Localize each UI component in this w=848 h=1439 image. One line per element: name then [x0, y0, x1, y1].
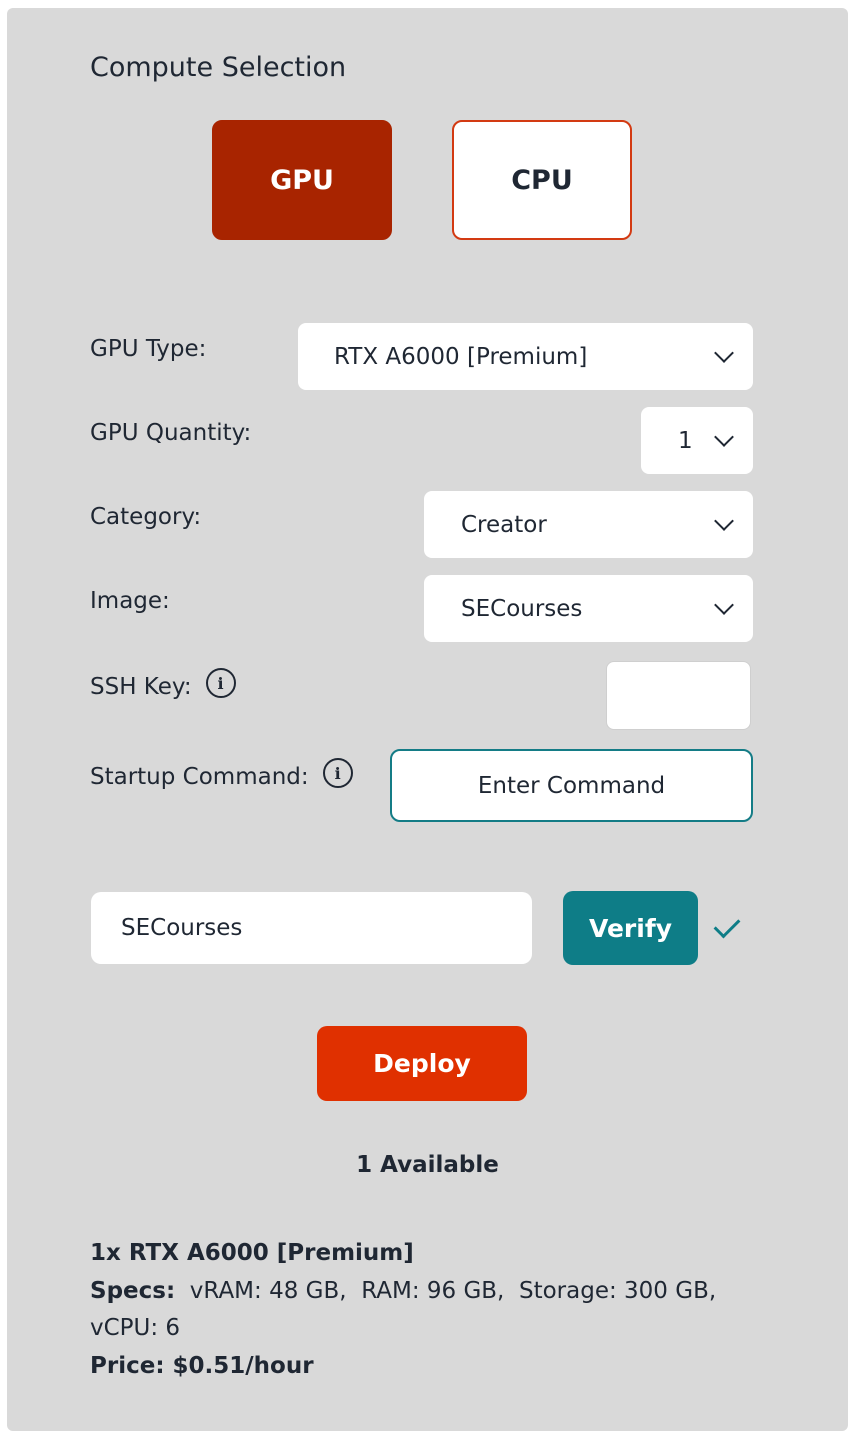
price-text: Price: $0.51/hour: [90, 1352, 314, 1379]
token-input[interactable]: SECourses: [91, 892, 532, 964]
availability-text: 1 Available: [356, 1152, 499, 1178]
ssh-key-field[interactable]: [606, 661, 751, 730]
startup-command-label-group: Startup Command: i: [90, 758, 353, 792]
ssh-key-label: SSH Key:: [90, 674, 192, 700]
deploy-button[interactable]: Deploy: [317, 1026, 527, 1101]
chevron-down-icon: [714, 342, 734, 363]
gpu-quantity-label: GPU Quantity:: [90, 420, 252, 446]
specs-label: Specs:: [90, 1277, 176, 1304]
gpu-type-select[interactable]: RTX A6000 [Premium]: [298, 323, 753, 390]
category-value: Creator: [461, 511, 547, 538]
chevron-down-icon: [714, 594, 734, 615]
summary-title: 1x RTX A6000 [Premium]: [90, 1240, 414, 1266]
enter-command-button[interactable]: Enter Command: [390, 749, 753, 822]
gpu-quantity-value: 1: [678, 427, 693, 454]
gpu-type-label: GPU Type:: [90, 336, 207, 362]
summary-details: 1x RTX A6000 [Premium] Specs: vRAM: 48 G…: [90, 1235, 730, 1385]
info-icon[interactable]: i: [205, 668, 236, 698]
image-label: Image:: [90, 588, 170, 614]
image-value: SECourses: [461, 595, 583, 622]
gpu-toggle-button[interactable]: GPU: [212, 120, 392, 240]
info-icon[interactable]: i: [322, 758, 353, 788]
gpu-quantity-select[interactable]: 1: [641, 407, 753, 474]
verify-button[interactable]: Verify: [563, 891, 698, 965]
category-label: Category:: [90, 504, 202, 530]
cpu-toggle-button[interactable]: CPU: [452, 120, 632, 240]
chevron-down-icon: [714, 426, 734, 447]
ssh-key-label-group: SSH Key: i: [90, 668, 236, 702]
specs-line-2: vCPU: 6: [90, 1315, 181, 1341]
startup-command-label: Startup Command:: [90, 764, 309, 790]
section-title: Compute Selection: [90, 52, 347, 83]
specs-line-1: vRAM: 48 GB, RAM: 96 GB, Storage: 300 GB…: [189, 1277, 717, 1304]
gpu-type-value: RTX A6000 [Premium]: [334, 343, 588, 370]
chevron-down-icon: [714, 510, 734, 531]
image-select[interactable]: SECourses: [424, 575, 753, 642]
category-select[interactable]: Creator: [424, 491, 753, 558]
